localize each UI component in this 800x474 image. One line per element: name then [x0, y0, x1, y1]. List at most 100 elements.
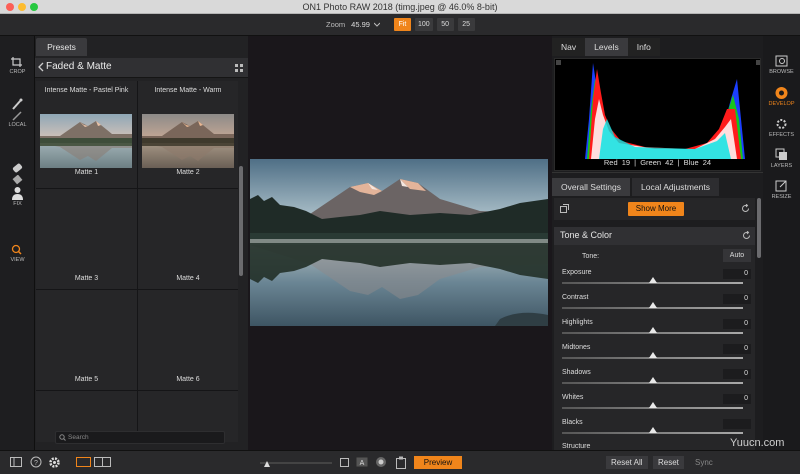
- reset-button[interactable]: Reset: [653, 456, 684, 469]
- minimize-window-button[interactable]: [18, 3, 26, 11]
- slider-whites[interactable]: Whites 0: [554, 394, 755, 419]
- compare-view-icon[interactable]: [94, 456, 111, 470]
- slider-exposure[interactable]: Exposure 0: [554, 269, 755, 294]
- help-icon[interactable]: ?: [30, 456, 42, 470]
- slider-value-field[interactable]: 0: [723, 394, 751, 404]
- tab-nav[interactable]: Nav: [552, 38, 586, 56]
- browse-icon: [763, 54, 800, 68]
- single-view-icon[interactable]: [76, 456, 91, 470]
- preset-name: Matte 2: [176, 169, 200, 176]
- window-title: ON1 Photo RAW 2018 (timg.jpeg @ 46.0% 8-…: [302, 2, 498, 12]
- red-value: 19: [621, 158, 631, 167]
- tab-presets[interactable]: Presets: [36, 38, 87, 56]
- zoom-100-button[interactable]: 100: [414, 18, 433, 31]
- zoom-slider[interactable]: [260, 459, 332, 469]
- slider-handle[interactable]: [649, 352, 657, 358]
- reset-icon[interactable]: [742, 230, 751, 242]
- slider-label: Exposure: [562, 269, 592, 276]
- slider-handle[interactable]: [649, 427, 657, 433]
- soft-proof-icon[interactable]: [375, 456, 387, 470]
- preset-thumbnail: [40, 114, 132, 168]
- zoom-50-button[interactable]: 50: [436, 18, 454, 31]
- slider-value-field[interactable]: [723, 419, 751, 429]
- slider-handle[interactable]: [649, 377, 657, 383]
- main-photo[interactable]: [250, 159, 548, 326]
- tone-color-header[interactable]: Tone & Color: [554, 227, 755, 245]
- person-icon: [0, 186, 35, 200]
- mask-view-icon[interactable]: [340, 456, 350, 470]
- slider-handle[interactable]: [649, 302, 657, 308]
- grid-view-icon[interactable]: [235, 64, 243, 74]
- slider-blacks[interactable]: Blacks: [554, 419, 755, 444]
- clipping-icon[interactable]: [396, 456, 406, 472]
- module-resize[interactable]: RESIZE: [763, 179, 800, 200]
- show-more-button[interactable]: Show More: [628, 202, 684, 216]
- module-effects[interactable]: EFFECTS: [763, 117, 800, 138]
- slider-handle[interactable]: [649, 327, 657, 333]
- preset-item[interactable]: Intense Matte - Pastel Pink Matte 1: [36, 81, 137, 188]
- slider-value-field[interactable]: 0: [723, 269, 751, 279]
- presets-scrollbar[interactable]: [239, 166, 243, 276]
- zoom-window-button[interactable]: [30, 3, 38, 11]
- slider-handle[interactable]: [649, 277, 657, 283]
- sync-button[interactable]: Sync: [690, 456, 718, 469]
- module-develop[interactable]: DEVELOP: [763, 86, 800, 107]
- tool-crop[interactable]: CROP: [0, 56, 35, 75]
- slider-contrast[interactable]: Contrast 0: [554, 294, 755, 319]
- slider-handle[interactable]: [649, 402, 657, 408]
- search-icon: [59, 434, 66, 443]
- module-browse[interactable]: BROWSE: [763, 54, 800, 75]
- slider-structure[interactable]: Structure: [554, 443, 755, 450]
- reset-icon[interactable]: [741, 203, 750, 215]
- preset-item[interactable]: Matte 6: [138, 290, 238, 390]
- chevron-down-icon[interactable]: [373, 20, 381, 29]
- slider-label: Contrast: [562, 294, 589, 301]
- zoom-25-button[interactable]: 25: [457, 18, 475, 31]
- slider-midtones[interactable]: Midtones 0: [554, 344, 755, 369]
- panel-toggle-icon[interactable]: [10, 456, 22, 470]
- preset-item[interactable]: Matte 3: [36, 189, 137, 289]
- preset-category-title[interactable]: Faded & Matte: [46, 61, 112, 72]
- preset-item[interactable]: Matte 4: [138, 189, 238, 289]
- tool-local[interactable]: LOCAL: [0, 98, 35, 128]
- preset-name: Matte 5: [74, 376, 99, 383]
- tab-local-adjustments[interactable]: Local Adjustments: [632, 178, 719, 196]
- preset-item[interactable]: Intense Matte - Warm Matte 2: [138, 81, 238, 188]
- tool-view[interactable]: VIEW: [0, 244, 35, 263]
- preview-button[interactable]: Preview: [414, 456, 462, 469]
- module-develop-label: DEVELOP: [768, 101, 795, 107]
- slider-label: Whites: [562, 394, 584, 401]
- bottom-bar: ? A Preview Reset All Reset Sync: [0, 450, 800, 474]
- close-window-button[interactable]: [6, 3, 14, 11]
- right-panel: Nav Levels Info Red 19 | Green 42 | Blue…: [552, 36, 763, 450]
- gear-icon[interactable]: [48, 456, 61, 471]
- slider-value-field[interactable]: 0: [723, 319, 751, 329]
- reset-all-button[interactable]: Reset All: [606, 456, 648, 469]
- chevron-left-icon[interactable]: [38, 62, 44, 74]
- slider-value-field[interactable]: 0: [723, 294, 751, 304]
- brush-icon: [0, 98, 35, 110]
- tool-fix[interactable]: FIX: [0, 162, 35, 207]
- svg-text:?: ?: [34, 460, 38, 467]
- develop-aperture-icon: [763, 86, 800, 100]
- tab-levels[interactable]: Levels: [585, 38, 628, 56]
- auto-tone-button[interactable]: Auto: [723, 249, 751, 262]
- module-layers[interactable]: LAYERS: [763, 148, 800, 169]
- slider-highlights[interactable]: Highlights 0: [554, 319, 755, 344]
- zoom-fit-button[interactable]: Fit: [393, 18, 411, 31]
- preset-search-field[interactable]: Search: [55, 431, 225, 444]
- gradient-brush-icon: [0, 111, 35, 121]
- slider-shadows[interactable]: Shadows 0: [554, 369, 755, 394]
- tab-overall-settings[interactable]: Overall Settings: [552, 178, 630, 196]
- preset-item[interactable]: Matte 5: [36, 290, 137, 390]
- zoom-value[interactable]: 45.99: [351, 20, 370, 29]
- slider-value-field[interactable]: 0: [723, 344, 751, 354]
- slider-value-field[interactable]: 0: [723, 369, 751, 379]
- right-panel-scrollbar[interactable]: [757, 198, 761, 258]
- compare-icon[interactable]: [560, 204, 569, 215]
- preset-top-label: Intense Matte - Pastel Pink: [44, 87, 129, 94]
- text-overlay-icon[interactable]: A: [356, 456, 368, 470]
- tone-label: Tone:: [582, 253, 600, 260]
- tab-info[interactable]: Info: [627, 38, 660, 56]
- slider-label: Shadows: [562, 369, 591, 376]
